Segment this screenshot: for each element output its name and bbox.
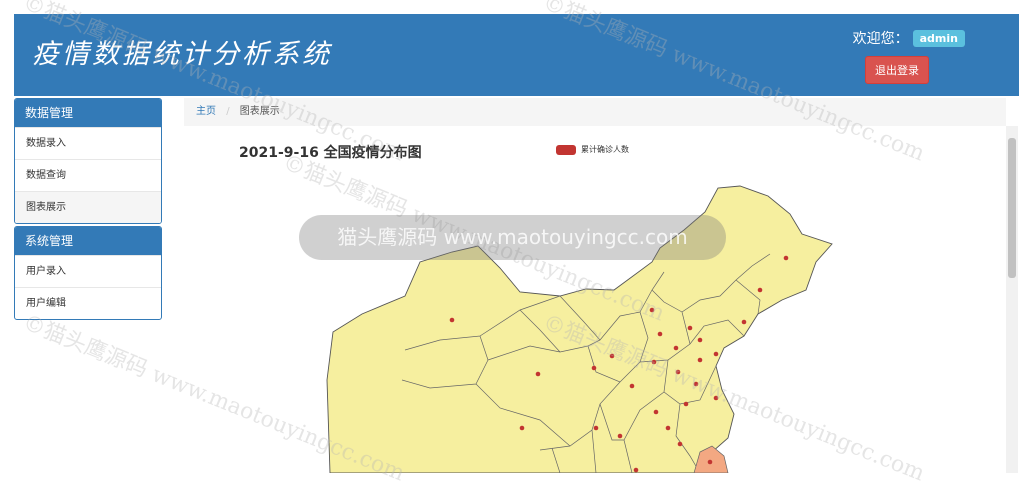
scrollbar-thumb[interactable] <box>1008 138 1016 278</box>
map-point <box>651 359 657 365</box>
map-point <box>593 425 599 431</box>
map-point <box>687 325 693 331</box>
map-point <box>677 441 683 447</box>
map-point <box>673 345 679 351</box>
map-point <box>649 307 655 313</box>
map-point <box>683 401 689 407</box>
map-point <box>697 357 703 363</box>
map-point <box>741 319 747 325</box>
map-point <box>675 369 681 375</box>
map-point <box>707 459 713 465</box>
map-point <box>697 337 703 343</box>
map-point <box>449 317 455 323</box>
map-point <box>713 351 719 357</box>
map-point <box>665 425 671 431</box>
map-point <box>519 425 525 431</box>
map-point <box>713 395 719 401</box>
map-point <box>757 287 763 293</box>
map-point <box>633 467 639 473</box>
map-point <box>617 433 623 439</box>
map-point <box>535 371 541 377</box>
map-point <box>653 409 659 415</box>
map-point <box>629 383 635 389</box>
map-point <box>657 331 663 337</box>
watermark-toast: 猫头鹰源码 www.maotouyingcc.com <box>299 215 726 260</box>
map-point <box>591 365 597 371</box>
map-point <box>609 353 615 359</box>
scrollbar[interactable] <box>1006 126 1018 473</box>
map-point <box>783 255 789 261</box>
map-point <box>693 381 699 387</box>
